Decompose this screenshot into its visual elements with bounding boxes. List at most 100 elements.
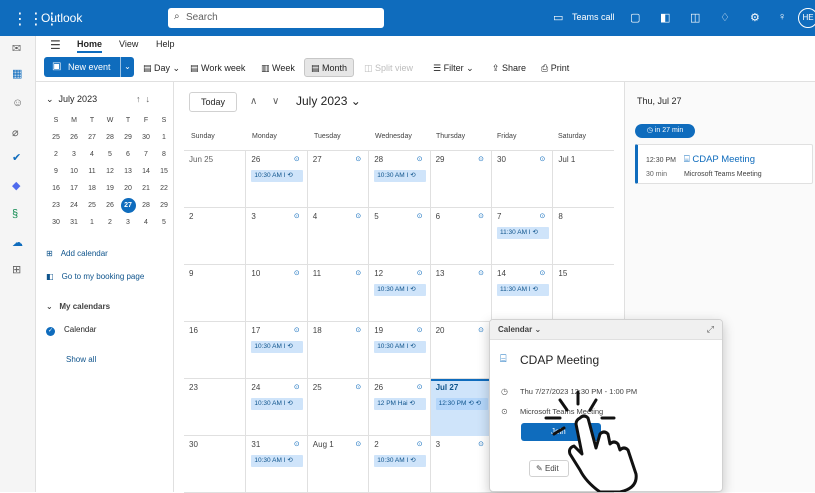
add-calendar-link[interactable]: ⊞ Add calendar [46,249,108,258]
calendar-icon[interactable]: ▦ [12,67,22,80]
people-icon[interactable]: ☺ [12,97,23,109]
calendar-checkbox[interactable]: ✓ Calendar [46,325,96,336]
day-cell[interactable]: 2 ⊙ 10:30 AM I ⟲ [368,436,429,493]
mini-cal-day[interactable]: 4 [137,214,155,231]
location-pin-icon[interactable]: ⊙ [417,212,423,220]
teams-icon[interactable]: ◧ [660,11,670,24]
day-cell[interactable]: 5 ⊙ [368,208,429,265]
calendar-event[interactable]: 11:30 AM I ⟲ [497,227,549,239]
month-title[interactable]: July 2023 ⌄ [296,94,361,108]
location-pin-icon[interactable]: ⊙ [478,212,484,220]
location-pin-icon[interactable]: ⊙ [478,326,484,334]
today-button[interactable]: Today [189,92,237,112]
search-input[interactable]: ⌕ Search [168,8,384,28]
mini-cal-day[interactable]: 11 [83,163,101,180]
day-cell[interactable]: 26 ⊙ 12 PM Hai ⟲ [368,379,429,436]
location-pin-icon[interactable]: ⊙ [478,269,484,277]
day-cell[interactable]: 30 ⊙ [491,151,552,208]
show-all-link[interactable]: Show all [66,355,96,364]
event-card[interactable]: 12:30 PM 30 min ⌸ CDAP Meeting Microsoft… [635,144,813,184]
day-cell[interactable]: 25 ⊙ [306,379,368,436]
work-week-button[interactable]: ▤ Work week [190,63,245,74]
day-cell[interactable]: 8 [552,208,613,265]
new-event-dropdown[interactable]: ⌄ [120,57,134,77]
location-pin-icon[interactable]: ⊙ [294,440,300,448]
calendar-event[interactable]: 10:30 AM I ⟲ [374,284,427,296]
location-pin-icon[interactable]: ⊙ [294,326,300,334]
gear-icon[interactable]: ⚙ [750,11,760,24]
location-pin-icon[interactable]: ⊙ [355,212,361,220]
day-view-button[interactable]: ▤ Day ⌄ [143,63,180,74]
location-pin-icon[interactable]: ⊙ [355,326,361,334]
mini-cal-day[interactable]: 12 [101,163,119,180]
mini-cal-day[interactable]: 10 [65,163,83,180]
location-pin-icon[interactable]: ⊙ [478,155,484,163]
mini-cal-day[interactable]: 2 [101,214,119,231]
location-pin-icon[interactable]: ⊙ [417,383,423,391]
calendar-event[interactable]: 10:30 AM I ⟲ [251,398,304,410]
location-pin-icon[interactable]: ⊙ [294,383,300,391]
location-pin-icon[interactable]: ⊙ [540,269,546,277]
mini-cal-day[interactable]: 29 [119,129,137,146]
prev-month-icon[interactable]: ∧ [250,96,257,107]
mini-cal-day[interactable]: 21 [137,180,155,197]
day-cell[interactable]: 3 ⊙ [429,436,491,493]
mini-cal-day[interactable]: 22 [155,180,173,197]
day-cell[interactable]: Aug 1 ⊙ [306,436,368,493]
mini-cal-day[interactable]: 13 [119,163,137,180]
location-pin-icon[interactable]: ⊙ [355,440,361,448]
day-cell[interactable]: 24 ⊙ 10:30 AM I ⟲ [245,379,306,436]
mini-cal-day[interactable]: 31 [65,214,83,231]
location-pin-icon[interactable]: ⊙ [540,155,546,163]
hamburger-icon[interactable]: ☰ [50,38,61,52]
day-cell[interactable]: Jun 25 [184,151,245,208]
mini-cal-day[interactable]: 25 [83,197,101,214]
app-name[interactable]: Outlook [41,11,82,25]
day-cell[interactable]: 19 ⊙ 10:30 AM I ⟲ [368,322,429,379]
print-button[interactable]: ⎙ Print [541,63,569,74]
mini-cal-day[interactable]: 3 [65,146,83,163]
mini-cal-day[interactable]: 25 [47,129,65,146]
mini-cal-day[interactable]: 19 [101,180,119,197]
lightbulb-icon[interactable]: ♀ [778,11,786,23]
next-month-icon[interactable]: ∨ [272,96,279,107]
week-button[interactable]: ▥ Week [261,63,295,74]
mini-cal-day[interactable]: 7 [137,146,155,163]
mini-cal-day[interactable]: 20 [119,180,137,197]
location-pin-icon[interactable]: ⊙ [294,269,300,277]
bell-icon[interactable]: ♢ [720,11,730,24]
mini-cal-day[interactable]: 24 [65,197,83,214]
share-button[interactable]: ⇪ Share [492,63,526,74]
mini-cal-day[interactable]: 30 [47,214,65,231]
day-cell[interactable]: Jul 1 [552,151,613,208]
mini-cal-day[interactable]: 23 [47,197,65,214]
calendar-event[interactable]: 11:30 AM I ⟲ [497,284,549,296]
calendar-event[interactable]: 10:30 AM I ⟲ [251,455,304,467]
mail-icon[interactable]: ✉ [12,42,21,55]
day-cell[interactable]: 18 ⊙ [306,322,368,379]
day-cell[interactable]: 12 ⊙ 10:30 AM I ⟲ [368,265,429,322]
mini-cal-day[interactable]: 29 [155,197,173,214]
mini-cal-day[interactable]: 15 [155,163,173,180]
chat-icon[interactable]: ▢ [630,11,640,24]
mini-cal-day[interactable]: 17 [65,180,83,197]
mini-cal-day[interactable]: 28 [101,129,119,146]
my-calendars-toggle[interactable]: ⌄ My calendars [46,302,110,311]
mini-cal-day[interactable]: 9 [47,163,65,180]
calendar-event[interactable]: 10:30 AM I ⟲ [374,341,427,353]
day-cell[interactable]: 2 [184,208,245,265]
new-event-button[interactable]: ▣ New event [44,57,120,77]
avatar[interactable]: HE [798,8,815,28]
filter-button[interactable]: ☰ Filter ⌄ [433,63,474,74]
calendar-event[interactable]: 10:30 AM I ⟲ [251,170,304,182]
day-cell[interactable]: 7 ⊙ 11:30 AM I ⟲ [491,208,552,265]
mini-cal-day[interactable]: 14 [137,163,155,180]
calendar-event[interactable]: 12 PM Hai ⟲ [374,398,427,410]
mini-cal-day[interactable]: 26 [65,129,83,146]
mini-cal-day[interactable]: 26 [101,197,119,214]
mini-cal-day[interactable]: 5 [101,146,119,163]
mini-cal-day[interactable]: 5 [155,214,173,231]
calendar-event[interactable]: 10:30 AM I ⟲ [374,170,427,182]
location-pin-icon[interactable]: ⊙ [294,155,300,163]
split-view-button[interactable]: ◫ Split view [364,63,413,74]
